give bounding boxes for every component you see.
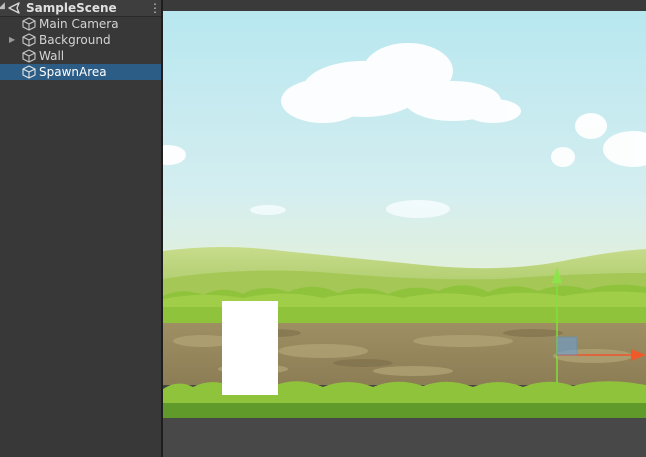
hierarchy-item-label: SpawnArea: [39, 65, 107, 79]
hierarchy-item-background[interactable]: ▶ Background: [0, 32, 161, 48]
triangle-right-icon[interactable]: ▶: [9, 32, 15, 48]
hierarchy-item-label: Wall: [39, 49, 65, 63]
hierarchy-item-wall[interactable]: Wall: [0, 48, 161, 64]
scene-canvas[interactable]: [163, 11, 646, 418]
hierarchy-item-spawnarea[interactable]: SpawnArea: [0, 64, 161, 80]
cube-icon: [22, 17, 36, 31]
scene-empty-area: [163, 418, 646, 457]
cube-icon: [22, 65, 36, 79]
scene-header[interactable]: ◢ SampleScene ⋮: [0, 0, 161, 17]
spawnarea-sprite: [222, 301, 278, 395]
hierarchy-item-main-camera[interactable]: Main Camera: [0, 16, 161, 32]
cube-icon: [22, 33, 36, 47]
hierarchy-item-label: Background: [39, 33, 111, 47]
scene-toolbar: [163, 0, 646, 11]
hierarchy-item-label: Main Camera: [39, 17, 119, 31]
scene-name: SampleScene: [26, 1, 117, 15]
collapse-caret-icon[interactable]: ◢: [0, 1, 5, 11]
grass-bottom-dark: [163, 403, 646, 418]
cube-icon: [22, 49, 36, 63]
scene-view[interactable]: [163, 0, 646, 457]
unity-logo-icon: [8, 2, 20, 14]
gizmo-plane-handle: [556, 336, 578, 356]
kebab-menu-icon[interactable]: ⋮: [149, 1, 161, 15]
hierarchy-panel: ◢ SampleScene ⋮ Main Camera ▶ Background…: [0, 0, 161, 457]
